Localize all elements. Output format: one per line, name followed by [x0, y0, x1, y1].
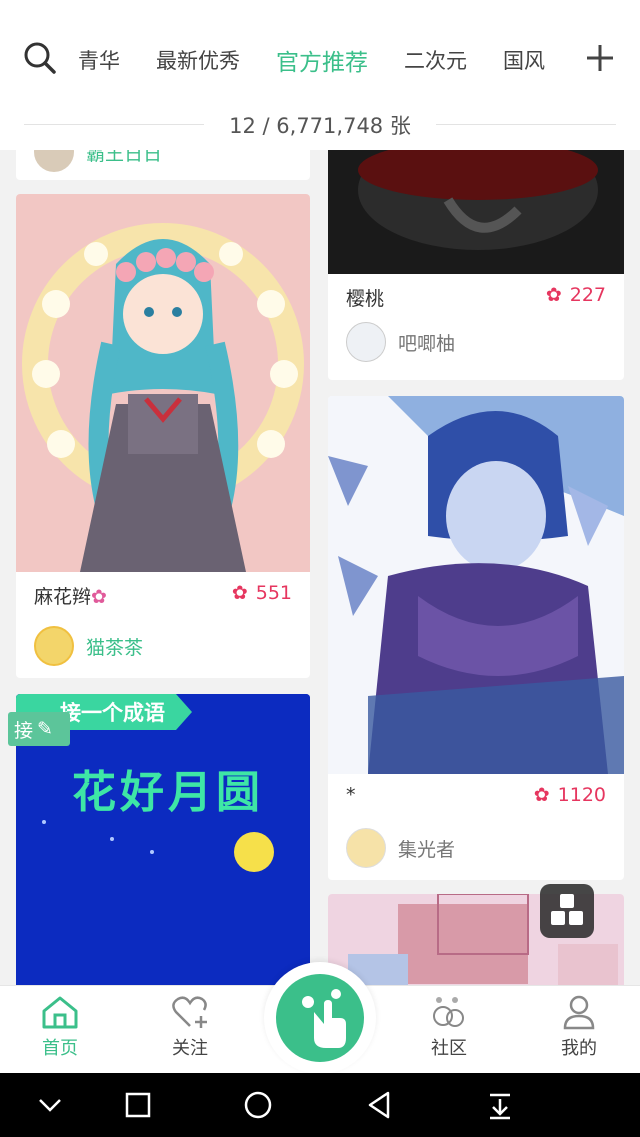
- avatar: [34, 626, 74, 666]
- nav-label: 关注: [172, 1038, 208, 1059]
- feed-card[interactable]: * ✿ 1120 集光者: [328, 396, 624, 880]
- top-bar: 青华 最新优秀 官方推荐 二次元 国风 12 / 6,771,748 张: [0, 0, 640, 150]
- layout-toggle-button[interactable]: [540, 884, 594, 938]
- card-author[interactable]: 霸王日日: [34, 150, 162, 172]
- flower-icon: ✿: [231, 582, 248, 604]
- like-count[interactable]: ✿ 1120: [534, 784, 606, 806]
- nav-profile[interactable]: 我的: [534, 994, 624, 1060]
- card-author[interactable]: 集光者: [346, 828, 455, 868]
- relay-banner: 接一个成语: [60, 701, 165, 725]
- divider: [436, 124, 616, 125]
- tab-qinghua[interactable]: 青华: [78, 45, 120, 75]
- collapse-icon[interactable]: [32, 1087, 68, 1123]
- bubbles-icon: [433, 997, 464, 1027]
- avatar: [346, 828, 386, 868]
- create-button[interactable]: [264, 962, 376, 1074]
- tab-official-recommend[interactable]: 官方推荐: [276, 43, 368, 77]
- feed-card[interactable]: 樱桃 ✿ 227 吧唧柚: [328, 150, 624, 380]
- card-title: 樱桃: [346, 288, 385, 310]
- avatar: [34, 150, 74, 172]
- user-icon: [563, 995, 595, 1030]
- author-name: 集光者: [398, 838, 456, 861]
- feed-card[interactable]: 麻花辫✿ ✿ 551 猫茶茶: [16, 194, 310, 678]
- artwork-image[interactable]: [328, 396, 624, 774]
- nav-label: 社区: [431, 1038, 467, 1059]
- relay-tag[interactable]: 接 ✎: [8, 712, 70, 746]
- grid-icon: [551, 894, 583, 925]
- home-icon: [42, 996, 78, 1029]
- search-icon[interactable]: [20, 38, 60, 78]
- notification-pull-icon[interactable]: [482, 1087, 518, 1123]
- like-number: 227: [569, 284, 606, 306]
- nav-label: 我的: [561, 1038, 597, 1059]
- system-navigation-bar: [0, 1073, 640, 1137]
- tab-chinese-style[interactable]: 国风: [503, 45, 545, 75]
- flower-icon: ✿: [533, 784, 550, 806]
- create-button-inner: [276, 974, 364, 1062]
- card-title: *: [346, 784, 356, 806]
- author-name: 霸王日日: [86, 150, 163, 165]
- pencil-icon: ✎: [37, 718, 53, 740]
- recent-apps-icon[interactable]: [120, 1087, 156, 1123]
- add-category-icon[interactable]: [580, 38, 620, 78]
- nav-home[interactable]: 首页: [15, 994, 105, 1060]
- author-name: 吧唧柚: [398, 332, 456, 355]
- relay-tag-label: 接: [14, 719, 34, 742]
- home-circle-icon[interactable]: [240, 1087, 276, 1123]
- like-count[interactable]: ✿ 227: [546, 284, 606, 306]
- like-number: 551: [255, 582, 292, 604]
- nav-community[interactable]: 社区: [404, 994, 494, 1060]
- picture-counter: 12 / 6,771,748 张: [0, 108, 640, 142]
- counter-text: 12 / 6,771,748 张: [229, 114, 411, 138]
- like-count[interactable]: ✿ 551: [232, 582, 292, 604]
- heart-plus-icon: [172, 996, 207, 1028]
- nav-follow[interactable]: 关注: [145, 994, 235, 1060]
- card-title: 麻花辫✿: [34, 586, 107, 608]
- back-icon[interactable]: [362, 1087, 398, 1123]
- feed-card-partial[interactable]: 霸王日日: [16, 150, 310, 180]
- like-number: 1120: [557, 784, 606, 806]
- tap-hand-icon: [302, 989, 346, 1048]
- flower-icon: ✿: [545, 284, 562, 306]
- avatar: [346, 322, 386, 362]
- tab-latest-excellent[interactable]: 最新优秀: [156, 45, 240, 75]
- card-author[interactable]: 猫茶茶: [34, 626, 143, 666]
- author-name: 猫茶茶: [86, 636, 144, 659]
- artwork-image[interactable]: [328, 150, 624, 274]
- nav-label: 首页: [42, 1038, 78, 1059]
- artwork-feed[interactable]: 霸王日日 麻花辫✿ ✿ 551 猫茶茶 接一个成语 花好月圆 樱桃 ✿ 227 …: [0, 150, 640, 985]
- category-tabs: 青华 最新优秀 官方推荐 二次元 国风: [78, 40, 581, 80]
- card-author[interactable]: 吧唧柚: [346, 322, 455, 362]
- artwork-image[interactable]: [16, 194, 310, 572]
- tab-anime[interactable]: 二次元: [404, 45, 467, 75]
- relay-text: 花好月圆: [72, 767, 264, 818]
